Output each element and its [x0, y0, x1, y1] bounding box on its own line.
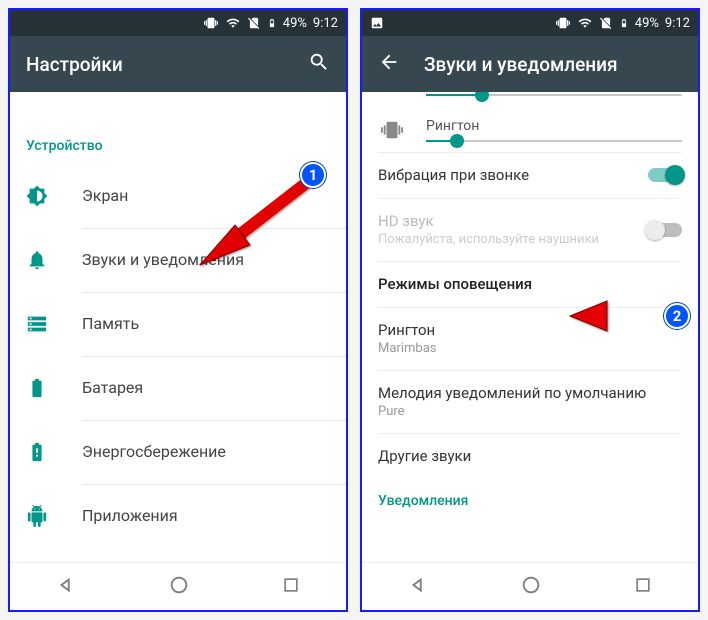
- item-label: Память: [82, 314, 139, 333]
- switch-hd: [648, 223, 682, 237]
- battery-icon: [26, 377, 82, 399]
- status-bar: 49% 9:12: [362, 10, 698, 36]
- storage-icon: [26, 313, 82, 335]
- screenshot-icon: [370, 16, 384, 30]
- row-vibrate-on-call[interactable]: Вибрация при звонке: [362, 152, 698, 198]
- vibrate-icon: [203, 16, 219, 30]
- battery-text: 49%: [635, 16, 659, 31]
- nav-home[interactable]: [520, 574, 542, 600]
- nav-back[interactable]: [55, 574, 77, 600]
- row-hd-sound: HD звук Пожалуйста, используйте наушники: [362, 198, 698, 261]
- slider-ringtone[interactable]: Рингтон: [362, 110, 698, 152]
- no-sim-icon: [247, 16, 261, 30]
- section-header-device: Устройство: [10, 120, 346, 164]
- wifi-icon: [225, 16, 241, 30]
- nav-home[interactable]: [168, 574, 190, 600]
- power-save-icon: [26, 441, 82, 463]
- item-label: Батарея: [82, 378, 143, 397]
- nav-recent[interactable]: [633, 575, 653, 599]
- battery-text: 49%: [283, 16, 307, 31]
- row-alert-modes[interactable]: Режимы оповещения: [362, 261, 698, 307]
- section-header-notifications: Уведомления: [362, 479, 698, 513]
- status-bar: 49% 9:12: [10, 10, 346, 36]
- no-sim-icon: [599, 16, 613, 30]
- vibrate-icon: [378, 119, 406, 141]
- content: Рингтон Вибрация при звонке HD звук Пожа…: [362, 92, 698, 562]
- phone-right: 49% 9:12 Звуки и уведомления Рингтон: [360, 8, 700, 612]
- clock-text: 9:12: [313, 16, 338, 31]
- nav-bar: [362, 562, 698, 610]
- brightness-icon: [26, 185, 82, 207]
- back-icon[interactable]: [378, 51, 400, 77]
- item-apps[interactable]: Приложения: [10, 484, 346, 548]
- clock-text: 9:12: [665, 16, 690, 31]
- phone-left: 49% 9:12 Настройки Устройство Экран Звук…: [8, 8, 348, 612]
- item-screen[interactable]: Экран: [10, 164, 346, 228]
- page-title: Звуки и уведомления: [424, 53, 682, 76]
- battery-icon: [619, 16, 629, 30]
- item-label: Приложения: [82, 506, 178, 525]
- item-battery[interactable]: Батарея: [10, 356, 346, 420]
- switch-vibrate[interactable]: [648, 168, 682, 182]
- row-default-notification[interactable]: Мелодия уведомлений по умолчанию Pure: [362, 370, 698, 433]
- app-bar: Настройки: [10, 36, 346, 92]
- search-icon[interactable]: [308, 51, 330, 77]
- page-title: Настройки: [26, 53, 284, 76]
- wifi-icon: [577, 16, 593, 30]
- content: Устройство Экран Звуки и уведомления Пам…: [10, 92, 346, 562]
- item-power[interactable]: Энергосбережение: [10, 420, 346, 484]
- slider-label: Рингтон: [426, 118, 682, 134]
- item-sounds[interactable]: Звуки и уведомления: [10, 228, 346, 292]
- item-label: Экран: [82, 186, 128, 205]
- item-label: Звуки и уведомления: [82, 250, 244, 269]
- nav-bar: [10, 562, 346, 610]
- nav-recent[interactable]: [281, 575, 301, 599]
- battery-icon: [267, 16, 277, 30]
- vibrate-icon: [555, 16, 571, 30]
- nav-back[interactable]: [407, 574, 429, 600]
- bell-icon: [26, 249, 82, 271]
- row-other-sounds[interactable]: Другие звуки: [362, 433, 698, 479]
- item-label: Энергосбережение: [82, 442, 226, 461]
- row-ringtone[interactable]: Рингтон Marimbas: [362, 307, 698, 370]
- app-bar: Звуки и уведомления: [362, 36, 698, 92]
- android-icon: [26, 505, 82, 527]
- slider-media[interactable]: [362, 92, 698, 110]
- item-storage[interactable]: Память: [10, 292, 346, 356]
